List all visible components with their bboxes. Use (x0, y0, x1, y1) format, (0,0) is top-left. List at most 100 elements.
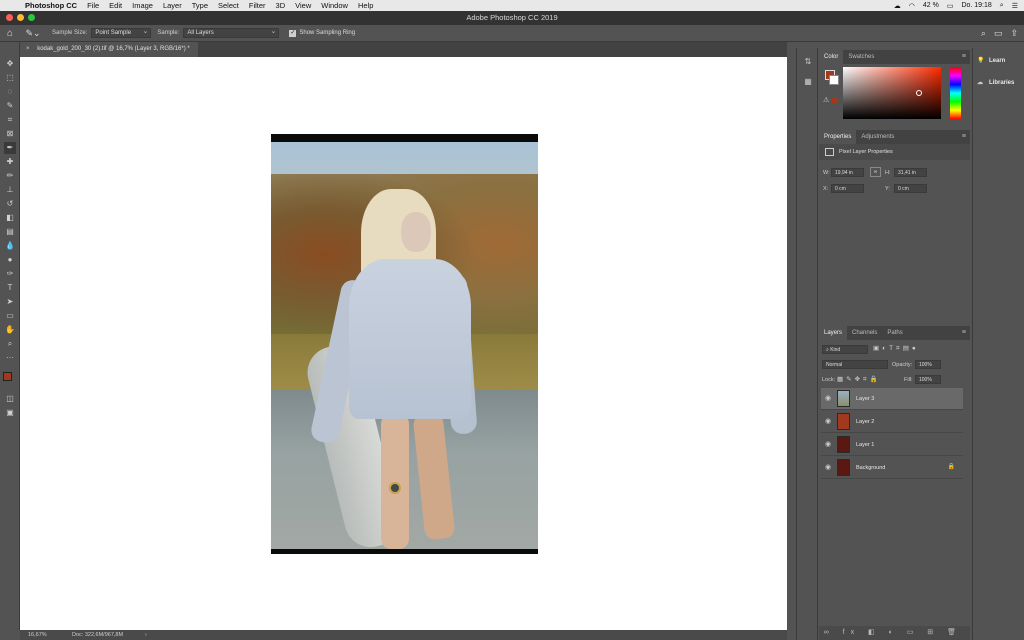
panel-menu-icon[interactable]: ≡ (962, 50, 966, 64)
x-field[interactable]: 0 cm (831, 184, 864, 193)
eyedropper-tool-icon[interactable]: ✒ (4, 142, 16, 154)
dodge-tool-icon[interactable]: ● (4, 254, 16, 266)
layer-row[interactable]: ◉ Layer 2 (821, 411, 963, 433)
color-bg-swatch[interactable] (829, 75, 839, 85)
battery-text[interactable]: 42 % (923, 2, 939, 9)
opacity-field[interactable]: 100% (915, 360, 941, 369)
width-field[interactable]: 19,94 in (831, 168, 864, 177)
blur-tool-icon[interactable]: 💧 (4, 240, 16, 252)
layer-row[interactable]: ◉ Background 🔒 (821, 457, 963, 479)
layers-footer-icons[interactable]: ∞ fx ◧ ◐ ▭ ⊞ 🗑 (819, 626, 970, 640)
search-icon[interactable]: ⌕ (981, 28, 986, 39)
tab-properties[interactable]: Properties (819, 130, 857, 144)
fill-field[interactable]: 100% (915, 375, 941, 384)
brush-settings-icon[interactable]: ▦ (802, 76, 814, 88)
menu-type[interactable]: Type (187, 1, 213, 10)
close-window-button[interactable] (6, 14, 13, 21)
lasso-tool-icon[interactable]: ◌ (4, 86, 16, 98)
workspace-icon[interactable]: ▭ (994, 28, 1003, 39)
clock[interactable]: Do. 19:18 (961, 2, 991, 9)
path-select-tool-icon[interactable]: ➤ (4, 296, 16, 308)
tab-paths[interactable]: Paths (882, 326, 907, 340)
menu-image[interactable]: Image (127, 1, 158, 10)
y-field[interactable]: 0 cm (894, 184, 927, 193)
menu-filter[interactable]: Filter (244, 1, 271, 10)
color-field[interactable] (843, 67, 941, 119)
quick-select-tool-icon[interactable]: ✎ (4, 100, 16, 112)
minimize-window-button[interactable] (17, 14, 24, 21)
layer-filter-kind-select[interactable]: ⌕ Kind (822, 345, 868, 354)
sample-size-select[interactable]: Point Sample (91, 27, 152, 38)
menu-layer[interactable]: Layer (158, 1, 187, 10)
status-menu-arrow-icon[interactable]: › (145, 630, 147, 640)
foreground-color-swatch[interactable] (3, 372, 12, 381)
menu-app-name[interactable]: Photoshop CC (20, 1, 82, 10)
quick-mask-icon[interactable]: ◫ (4, 393, 16, 405)
brush-tool-icon[interactable]: ✏ (4, 170, 16, 182)
layer-filter-icons[interactable]: ▣◐T⌗▤● (873, 344, 919, 353)
menu-window[interactable]: Window (316, 1, 353, 10)
close-tab-icon[interactable]: × (26, 46, 30, 52)
zoom-tool-icon[interactable]: ⌕ (4, 338, 16, 350)
tab-color[interactable]: Color (819, 50, 844, 64)
link-dimensions-icon[interactable]: ∞ (870, 167, 881, 177)
rectangle-tool-icon[interactable]: ▭ (4, 310, 16, 322)
show-sampling-ring-checkbox[interactable]: ✓ (289, 29, 297, 37)
menu-select[interactable]: Select (213, 1, 244, 10)
eyedropper-preset-icon[interactable]: ✎⌄ (20, 28, 46, 39)
blend-mode-select[interactable]: Normal (822, 360, 888, 369)
visibility-eye-icon[interactable]: ◉ (825, 440, 831, 448)
menu-list-icon[interactable]: ☰ (1012, 2, 1018, 10)
creative-cloud-icon[interactable]: ☁ (894, 2, 901, 10)
visibility-eye-icon[interactable]: ◉ (825, 394, 831, 402)
type-tool-icon[interactable]: T (4, 282, 16, 294)
gradient-tool-icon[interactable]: ▤ (4, 226, 16, 238)
history-icon[interactable]: ⇅ (802, 56, 814, 68)
pen-tool-icon[interactable]: ✑ (4, 268, 16, 280)
tab-layers[interactable]: Layers (819, 326, 848, 340)
menu-view[interactable]: View (290, 1, 316, 10)
visibility-eye-icon[interactable]: ◉ (825, 417, 831, 425)
history-brush-tool-icon[interactable]: ↺ (4, 198, 16, 210)
lock-icon[interactable]: 🔒 (948, 463, 955, 470)
search-icon[interactable]: ⌕ (1000, 2, 1004, 10)
panel-menu-icon[interactable]: ≡ (962, 130, 966, 144)
share-icon[interactable]: ⇪ (1010, 28, 1018, 39)
marquee-tool-icon[interactable]: ⬚ (4, 72, 16, 84)
learn-button[interactable]: 💡 Learn (977, 54, 1023, 68)
zoom-level[interactable]: 16,67% (28, 630, 47, 640)
wifi-icon[interactable]: ◠ (909, 2, 915, 10)
move-tool-icon[interactable]: ✥ (4, 58, 16, 70)
tab-swatches[interactable]: Swatches (843, 50, 879, 64)
battery-icon[interactable]: ▭ (947, 2, 954, 10)
document-image[interactable] (271, 134, 538, 554)
document-tab[interactable]: × kodak_gold_200_30 (2).tif @ 16,7% (Lay… (20, 42, 198, 57)
menu-help[interactable]: Help (353, 1, 378, 10)
web-safe-swatch[interactable] (832, 97, 838, 103)
menu-edit[interactable]: Edit (104, 1, 127, 10)
more-tools-icon[interactable]: ··· (4, 352, 16, 364)
crop-tool-icon[interactable]: ⌗ (4, 114, 16, 126)
clone-stamp-tool-icon[interactable]: ⊥ (4, 184, 16, 196)
menu-file[interactable]: File (82, 1, 104, 10)
screen-mode-icon[interactable]: ▣ (4, 407, 16, 419)
sample-select[interactable]: All Layers (183, 27, 280, 38)
home-icon[interactable]: ⌂ (0, 28, 20, 39)
eraser-tool-icon[interactable]: ◧ (4, 212, 16, 224)
layers-panel-tabs: Layers Channels Paths ≡ (819, 326, 970, 340)
zoom-window-button[interactable] (28, 14, 35, 21)
healing-brush-tool-icon[interactable]: ✚ (4, 156, 16, 168)
hand-tool-icon[interactable]: ✋ (4, 324, 16, 336)
tab-adjustments[interactable]: Adjustments (856, 130, 899, 144)
lock-icons[interactable]: ▦✎✥⌗🔒 (837, 375, 881, 384)
frame-tool-icon[interactable]: ⊠ (4, 128, 16, 140)
height-field[interactable]: 31,41 in (894, 168, 927, 177)
visibility-eye-icon[interactable]: ◉ (825, 463, 831, 471)
hue-slider[interactable] (950, 67, 961, 119)
layer-row[interactable]: ◉ Layer 1 (821, 434, 963, 456)
tab-channels[interactable]: Channels (847, 326, 882, 340)
layer-row[interactable]: ◉ Layer 3 (821, 388, 963, 410)
menu-3d[interactable]: 3D (271, 1, 291, 10)
libraries-button[interactable]: ☁ Libraries (977, 76, 1023, 90)
panel-menu-icon[interactable]: ≡ (962, 326, 966, 340)
